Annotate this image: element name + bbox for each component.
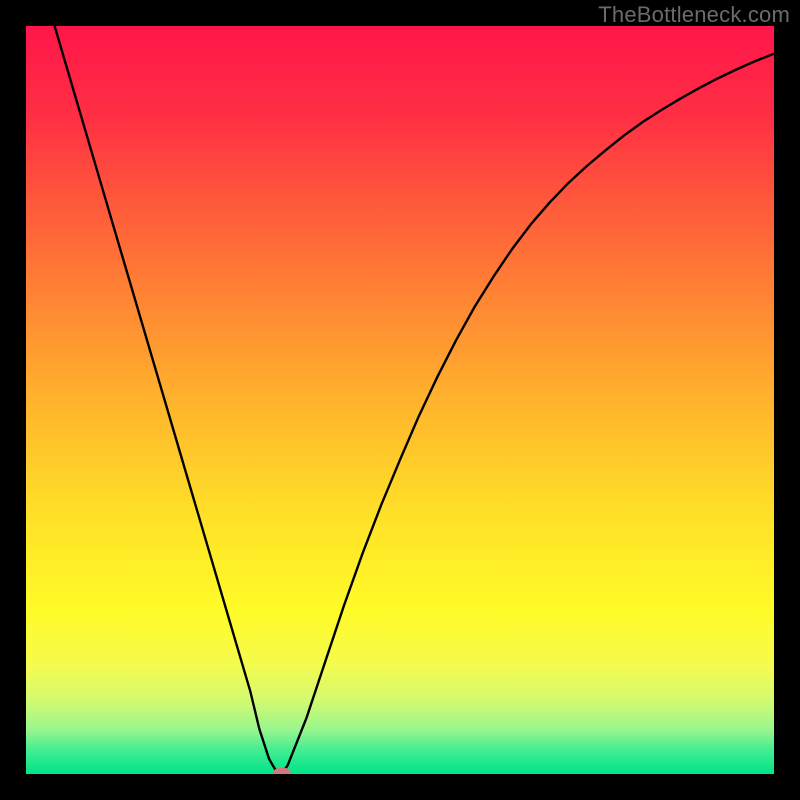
watermark-text: TheBottleneck.com bbox=[598, 2, 790, 28]
curve-line bbox=[26, 26, 774, 774]
chart-plot bbox=[26, 26, 774, 774]
chart-frame bbox=[26, 26, 774, 774]
minimum-marker bbox=[273, 768, 291, 774]
